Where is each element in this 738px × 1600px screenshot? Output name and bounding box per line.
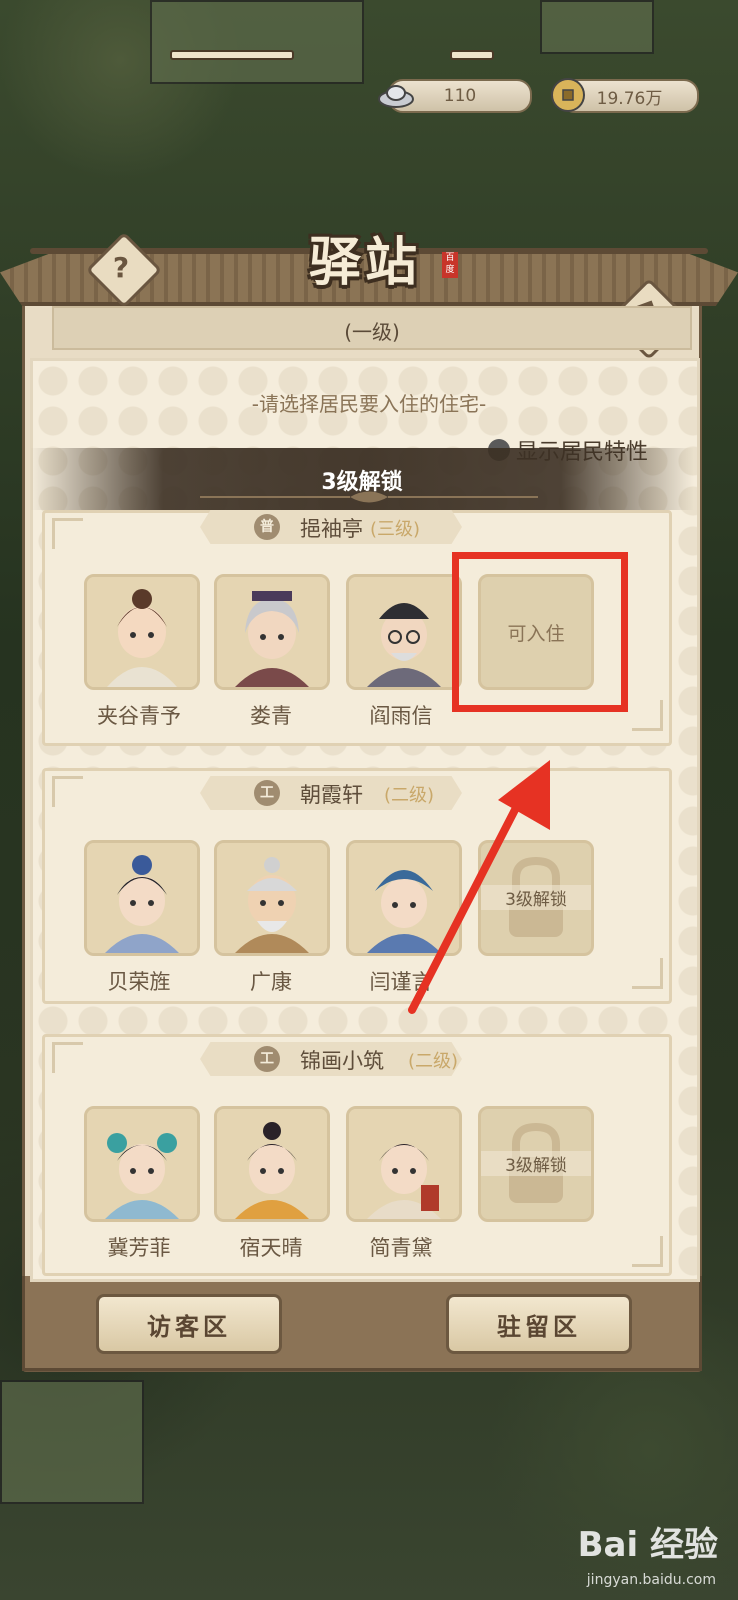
visitor-area-button[interactable]: 访客区 — [96, 1294, 282, 1354]
resident-name: 广康 — [250, 970, 292, 994]
resident-name: 简青黛 — [369, 1236, 433, 1260]
question-icon: ? — [112, 250, 130, 284]
banner-ornament — [200, 491, 538, 503]
map-building — [0, 1380, 144, 1504]
house-type-badge: 工 — [254, 780, 280, 806]
select-house-prompt: -请选择居民要入住的住宅- — [251, 392, 487, 416]
resident-portrait-icon — [217, 843, 327, 953]
highlight-box — [452, 552, 628, 712]
house-level: (三级) — [370, 519, 421, 540]
locked-slot[interactable]: 3级解锁 — [478, 1106, 594, 1222]
house-name: 挹袖亭 — [300, 517, 363, 541]
baidu-watermark: Bai 经验 — [577, 1525, 718, 1565]
stay-area-button[interactable]: 驻留区 — [446, 1294, 632, 1354]
house-type-badge: 普 — [254, 514, 280, 540]
title-seal: 百度 — [442, 252, 458, 278]
panel-title: 驿站 — [308, 233, 421, 293]
corner-ornament — [632, 958, 663, 989]
house-name: 朝霞轩 — [300, 783, 363, 807]
resident-slot[interactable] — [214, 840, 330, 956]
map-building — [540, 0, 654, 54]
silver-ingot-icon — [378, 85, 414, 108]
resident-name: 冀芳菲 — [107, 1236, 171, 1260]
arrow-annotation — [408, 760, 550, 1014]
watermark-url: jingyan.baidu.com — [586, 1572, 716, 1588]
silver-value: 110 — [443, 86, 477, 106]
resident-name: 娄青 — [250, 704, 292, 728]
resident-portrait-icon — [349, 577, 459, 687]
corner-ornament — [632, 1236, 663, 1267]
house-name: 锦画小筑 — [300, 1049, 384, 1073]
coin-counter[interactable]: 19.76万 — [551, 78, 699, 113]
resident-slot[interactable] — [346, 1106, 462, 1222]
resident-name: 贝荣旌 — [107, 970, 171, 994]
resident-portrait-icon — [87, 1109, 197, 1219]
resident-name: 宿天晴 — [239, 1236, 303, 1260]
station-level: (一级) — [344, 320, 400, 344]
resident-portrait-icon — [87, 843, 197, 953]
corner-ornament — [632, 700, 663, 731]
title-decor-right — [450, 50, 494, 60]
copper-coin-icon — [551, 78, 585, 112]
resident-name: 阎雨信 — [369, 704, 433, 728]
corner-ornament — [52, 518, 83, 549]
resident-portrait-icon — [87, 577, 197, 687]
silver-counter[interactable]: 110 — [378, 79, 532, 113]
resident-portrait-icon — [217, 577, 327, 687]
resident-slot[interactable] — [84, 574, 200, 690]
resident-slot[interactable] — [84, 1106, 200, 1222]
resident-slot[interactable] — [214, 574, 330, 690]
coin-value: 19.76万 — [596, 88, 663, 109]
resident-slot[interactable] — [214, 1106, 330, 1222]
house-type-badge: 工 — [254, 1046, 280, 1072]
corner-ornament — [52, 1042, 83, 1073]
house-level: (二级) — [408, 1051, 459, 1072]
resident-portrait-icon — [217, 1109, 327, 1219]
level-bar: (一级) — [52, 306, 692, 350]
title-decor-left — [170, 50, 294, 60]
resident-portrait-icon — [349, 1109, 459, 1219]
resident-slot[interactable] — [84, 840, 200, 956]
resident-slot[interactable] — [346, 574, 462, 690]
unlock-requirement: 3级解锁 — [481, 1151, 591, 1176]
map-building — [150, 0, 364, 84]
corner-ornament — [52, 776, 83, 807]
resident-name: 夹谷青予 — [97, 704, 181, 728]
